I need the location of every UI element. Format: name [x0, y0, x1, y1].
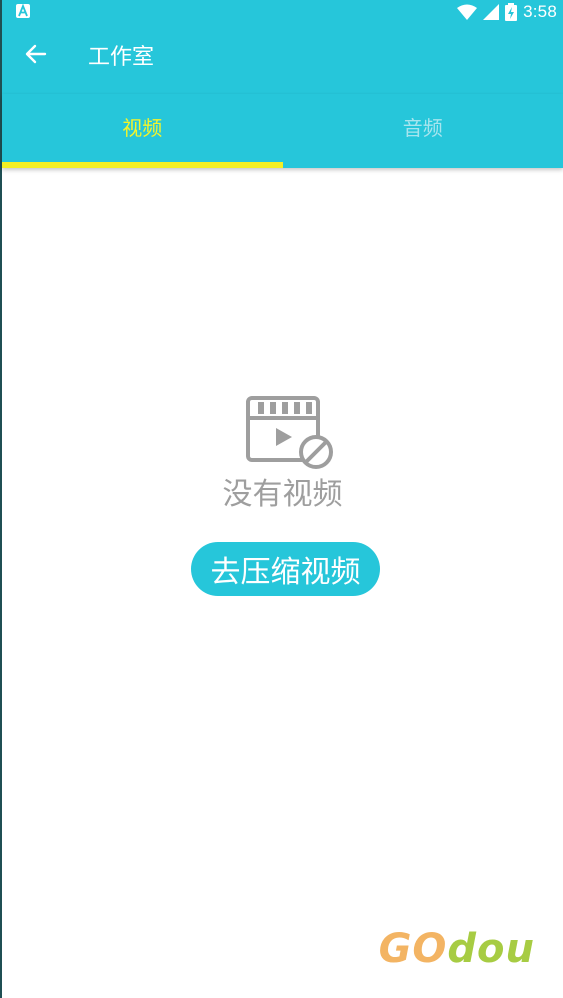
a-icon — [16, 4, 30, 18]
tab-audio[interactable]: 音频 — [283, 94, 563, 168]
app-root: 3:58 工作室 视频 音频 没有视频 去压缩视频 GOdou — [0, 0, 563, 998]
arrow-left-icon — [25, 44, 47, 64]
back-button[interactable] — [18, 36, 54, 72]
page-title: 工作室 — [88, 45, 155, 70]
battery-icon — [505, 3, 518, 21]
watermark-dou: dou — [447, 926, 535, 972]
empty-state: 没有视频 去压缩视频 — [2, 168, 563, 998]
watermark-go: GO — [378, 926, 448, 972]
video-off-icon — [246, 396, 333, 469]
watermark-logo: GOdou — [379, 926, 535, 972]
tab-video[interactable]: 视频 — [2, 94, 283, 168]
tab-label: 视频 — [122, 115, 163, 140]
tab-label: 音频 — [402, 115, 443, 140]
toolbar: 工作室 — [2, 24, 563, 94]
empty-message: 没有视频 — [222, 477, 343, 512]
tab-bar: 视频 音频 — [2, 94, 563, 168]
compress-video-button[interactable]: 去压缩视频 — [191, 542, 380, 596]
status-bar: 3:58 — [2, 0, 563, 24]
status-right: 3:58 — [457, 0, 557, 24]
wifi-icon — [457, 4, 478, 20]
signal-icon — [483, 4, 500, 20]
status-time: 3:58 — [523, 2, 557, 21]
